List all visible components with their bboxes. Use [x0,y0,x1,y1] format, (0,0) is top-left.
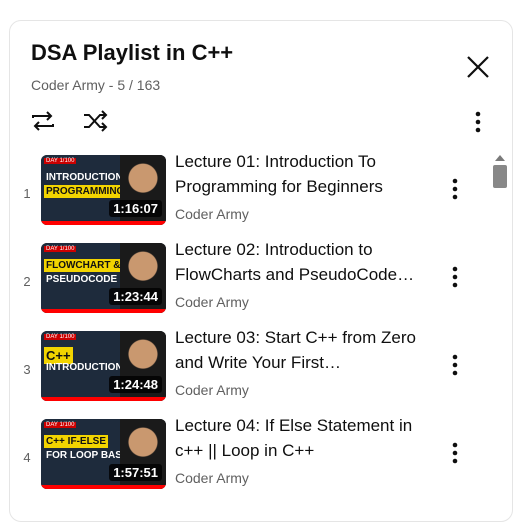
watch-progress-bar [41,485,166,489]
thumb-text-2: PROGRAMMING [44,185,127,198]
item-index: 3 [23,362,31,377]
playlist-item[interactable]: 4 DAY 1/100 C++ IF-ELSE FOR LOOP BASIC 1… [10,410,490,495]
video-thumbnail[interactable]: DAY 1/100 C++ INTRODUCTION 1:24:48 [41,331,166,401]
video-thumbnail[interactable]: DAY 1/100 FLOWCHART & PSEUDOCODE 1:23:44 [41,243,166,313]
playlist-title[interactable]: DSA Playlist in C++ [31,40,233,66]
scroll-up-arrow-icon[interactable] [495,155,505,161]
playlist-item[interactable]: 2 DAY 1/100 FLOWCHART & PSEUDOCODE 1:23:… [10,234,490,319]
video-more-icon[interactable] [445,438,465,468]
playlist-panel: DSA Playlist in C++ Coder Army - 5 / 163… [9,20,513,522]
close-icon[interactable] [462,51,494,83]
scrollbar-thumb[interactable] [493,165,507,188]
thumb-text-2: PSEUDOCODE [46,274,118,285]
playlist-subtitle[interactable]: Coder Army - 5 / 163 [31,77,160,93]
video-more-icon[interactable] [445,350,465,380]
duration-badge: 1:57:51 [109,464,162,481]
thumb-text-2: INTRODUCTION [46,362,123,373]
video-thumbnail[interactable]: DAY 1/100 INTRODUCTION TO PROGRAMMING 1:… [41,155,166,225]
duration-badge: 1:24:48 [109,376,162,393]
video-more-icon[interactable] [445,262,465,292]
thumb-text-1: C++ IF-ELSE [44,435,109,448]
watch-progress-bar [41,221,166,225]
item-index: 2 [23,274,31,289]
shuffle-icon[interactable] [80,106,110,136]
channel-name[interactable]: Coder Army [175,206,249,222]
watch-progress-bar [41,309,166,313]
thumb-tag: DAY 1/100 [44,158,77,164]
scrollbar[interactable] [490,151,510,531]
video-title[interactable]: Lecture 03: Start C++ from Zero and Writ… [175,325,425,375]
item-index: 1 [23,186,31,201]
thumb-tag: DAY 1/100 [44,422,77,428]
thumb-text-1: FLOWCHART & [44,259,123,272]
channel-name[interactable]: Coder Army [175,382,249,398]
watch-progress-bar [41,397,166,401]
video-title[interactable]: Lecture 04: If Else Statement in c++ || … [175,413,425,463]
video-title[interactable]: Lecture 01: Introduction To Programming … [175,149,425,199]
duration-badge: 1:23:44 [109,288,162,305]
playlist-item[interactable]: 3 DAY 1/100 C++ INTRODUCTION 1:24:48 Lec… [10,322,490,407]
video-more-icon[interactable] [445,174,465,204]
thumb-tag: DAY 1/100 [44,334,77,340]
video-title[interactable]: Lecture 02: Introduction to FlowCharts a… [175,237,425,287]
loop-icon[interactable] [28,106,58,136]
channel-name[interactable]: Coder Army [175,294,249,310]
more-vert-icon[interactable] [466,107,490,137]
thumb-tag: DAY 1/100 [44,246,77,252]
video-thumbnail[interactable]: DAY 1/100 C++ IF-ELSE FOR LOOP BASIC 1:5… [41,419,166,489]
duration-badge: 1:16:07 [109,200,162,217]
channel-name[interactable]: Coder Army [175,470,249,486]
item-index: 4 [23,450,31,465]
playlist-item[interactable]: 1 DAY 1/100 INTRODUCTION TO PROGRAMMING … [10,146,490,231]
